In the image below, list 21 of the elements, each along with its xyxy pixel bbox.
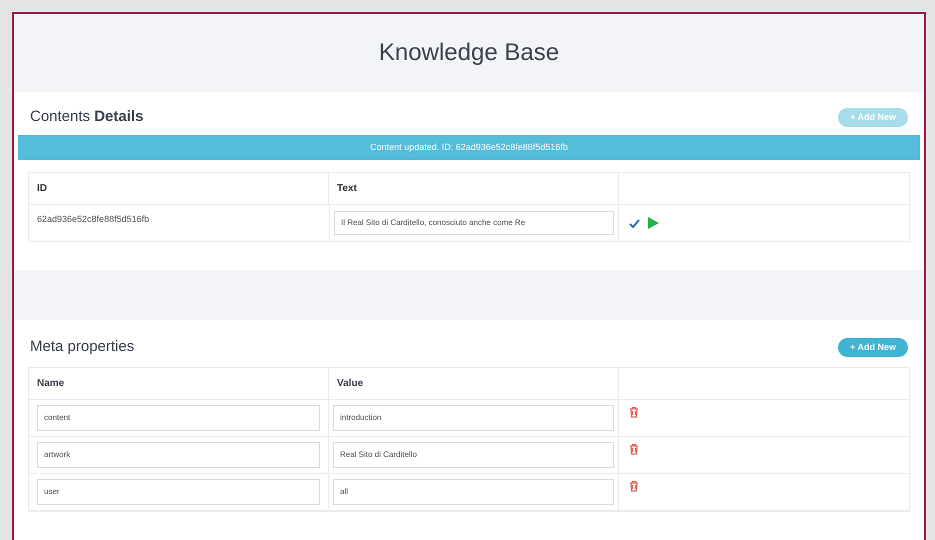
value-field[interactable]: all bbox=[333, 478, 614, 504]
column-header: Value bbox=[329, 368, 619, 398]
value-field[interactable]: Real Sito di Carditello bbox=[333, 442, 614, 468]
name-field[interactable]: user bbox=[37, 478, 320, 504]
table-cell-text: 62ad936e52c8fe88f5d516fb bbox=[36, 213, 150, 226]
column-header: Name bbox=[29, 368, 329, 398]
text-field[interactable]: Il Real Sito di Carditello, conosciuto anche come Re bbox=[334, 211, 614, 235]
value-field[interactable]: introduction bbox=[333, 404, 614, 430]
trash-icon[interactable] bbox=[629, 442, 639, 454]
section-title: Contents Details bbox=[30, 107, 144, 127]
column-header: ID bbox=[29, 173, 329, 204]
column-header: Text bbox=[329, 173, 619, 204]
page-title: Knowledge Base bbox=[378, 38, 560, 68]
name-field[interactable]: content bbox=[37, 404, 320, 430]
play-icon[interactable] bbox=[648, 217, 659, 229]
trash-icon[interactable] bbox=[629, 406, 639, 418]
trash-icon[interactable] bbox=[629, 480, 639, 492]
section-title: Meta properties bbox=[30, 337, 134, 357]
name-field[interactable]: artwork bbox=[37, 442, 320, 468]
checkmark-icon[interactable] bbox=[629, 218, 640, 228]
alert-banner: Content updated. ID: 62ad936e52c8fe88f5d516fb bbox=[18, 134, 920, 160]
